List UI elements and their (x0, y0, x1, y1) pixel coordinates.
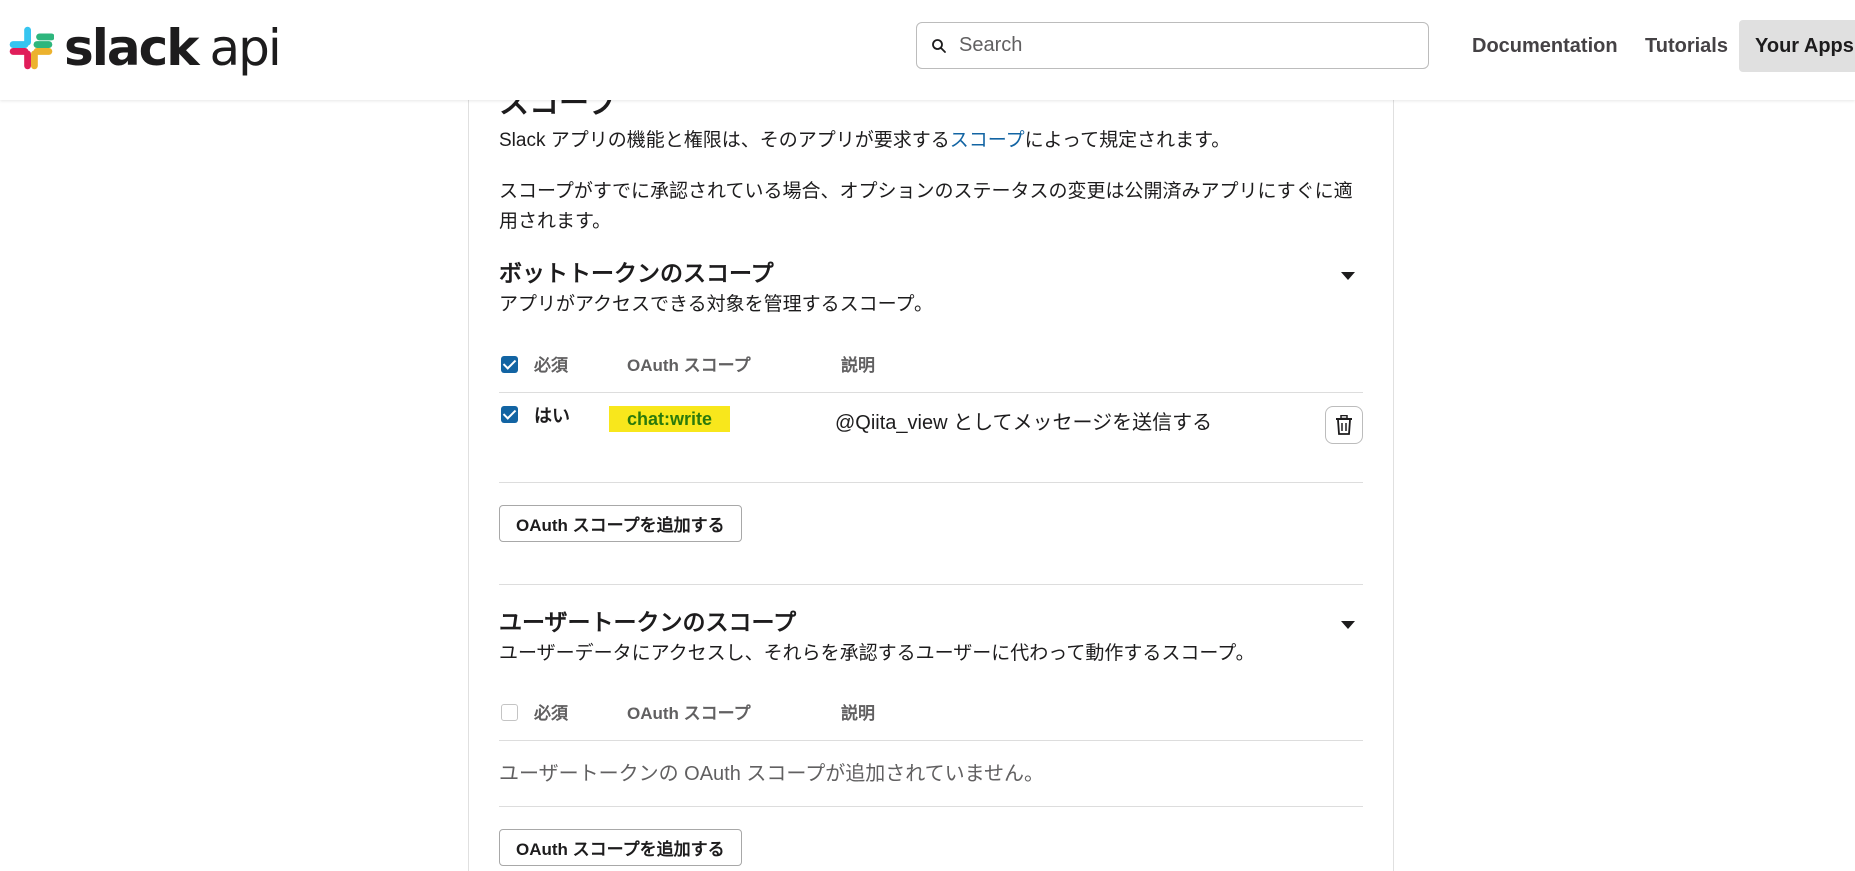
user-select-all-checkbox[interactable] (501, 704, 518, 721)
scopes-link[interactable]: スコープ (950, 130, 1025, 151)
bot-scopes-subtitle: アプリがアクセスできる対象を管理するスコープ。 (499, 294, 933, 315)
bot-select-all-checkbox[interactable] (501, 356, 518, 373)
row-required-value: はい (534, 406, 570, 426)
add-user-scope-button[interactable]: OAuth スコープを追加する (499, 829, 742, 866)
user-col-required: 必須 (534, 704, 568, 723)
bot-scopes-title: ボットトークンのスコープ (499, 260, 774, 286)
user-section-collapse-icon[interactable] (1341, 621, 1355, 629)
slack-logo-icon (9, 26, 54, 70)
row-required-checkbox[interactable] (501, 406, 518, 423)
no-user-scopes-message: ユーザートークンの OAuth スコープが追加されていません。 (499, 763, 1045, 785)
search-icon (932, 38, 946, 53)
user-col-scope: OAuth スコープ (627, 704, 751, 723)
divider (499, 482, 1363, 483)
logo-text-slack: slack (64, 19, 200, 77)
logo-wordmark: slack api (64, 19, 282, 77)
user-scopes-title: ユーザートークンのスコープ (499, 609, 797, 635)
delete-scope-button[interactable] (1325, 406, 1363, 444)
scopes-card: スコープ Slack アプリの機能と権限は、そのアプリが要求するスコープによって… (468, 87, 1394, 871)
divider (499, 740, 1363, 741)
trash-icon (1336, 415, 1352, 435)
slack-api-logo[interactable]: slack api (8, 19, 282, 77)
bot-col-scope: OAuth スコープ (627, 356, 751, 375)
add-bot-scope-button[interactable]: OAuth スコープを追加する (499, 505, 742, 542)
nav-tutorials[interactable]: Tutorials (1645, 20, 1728, 72)
scopes-note: スコープがすでに承認されている場合、オプションのステータスの変更は公開済みアプリ… (499, 181, 1353, 232)
scopes-intro-text: Slack アプリの機能と権限は、そのアプリが要求する (499, 130, 950, 151)
scope-name: chat:write (609, 406, 731, 432)
user-scopes-subtitle: ユーザーデータにアクセスし、それらを承認するユーザーに代わって動作するスコープ。 (499, 643, 1255, 664)
nav-your-apps[interactable]: Your Apps (1739, 20, 1855, 72)
nav-documentation[interactable]: Documentation (1472, 20, 1618, 72)
bot-col-description: 説明 (841, 356, 875, 375)
scopes-intro-text-end: によって規定されます。 (1024, 130, 1231, 151)
search-box[interactable] (916, 22, 1429, 69)
bot-section-collapse-icon[interactable] (1341, 272, 1355, 280)
user-col-description: 説明 (841, 704, 875, 723)
scope-description: @Qiita_view としてメッセージを送信する (835, 412, 1213, 434)
logo-text-api: api (209, 19, 282, 77)
divider (499, 392, 1363, 393)
scopes-intro: Slack アプリの機能と権限は、そのアプリが要求するスコープによって規定されま… (499, 126, 1230, 156)
top-navigation-bar: slackapi Documentation Tutorials Your Ap… (0, 0, 1855, 100)
search-input[interactable] (959, 34, 1399, 57)
bot-col-required: 必須 (534, 356, 568, 375)
section-divider (499, 584, 1363, 585)
divider (499, 806, 1363, 807)
